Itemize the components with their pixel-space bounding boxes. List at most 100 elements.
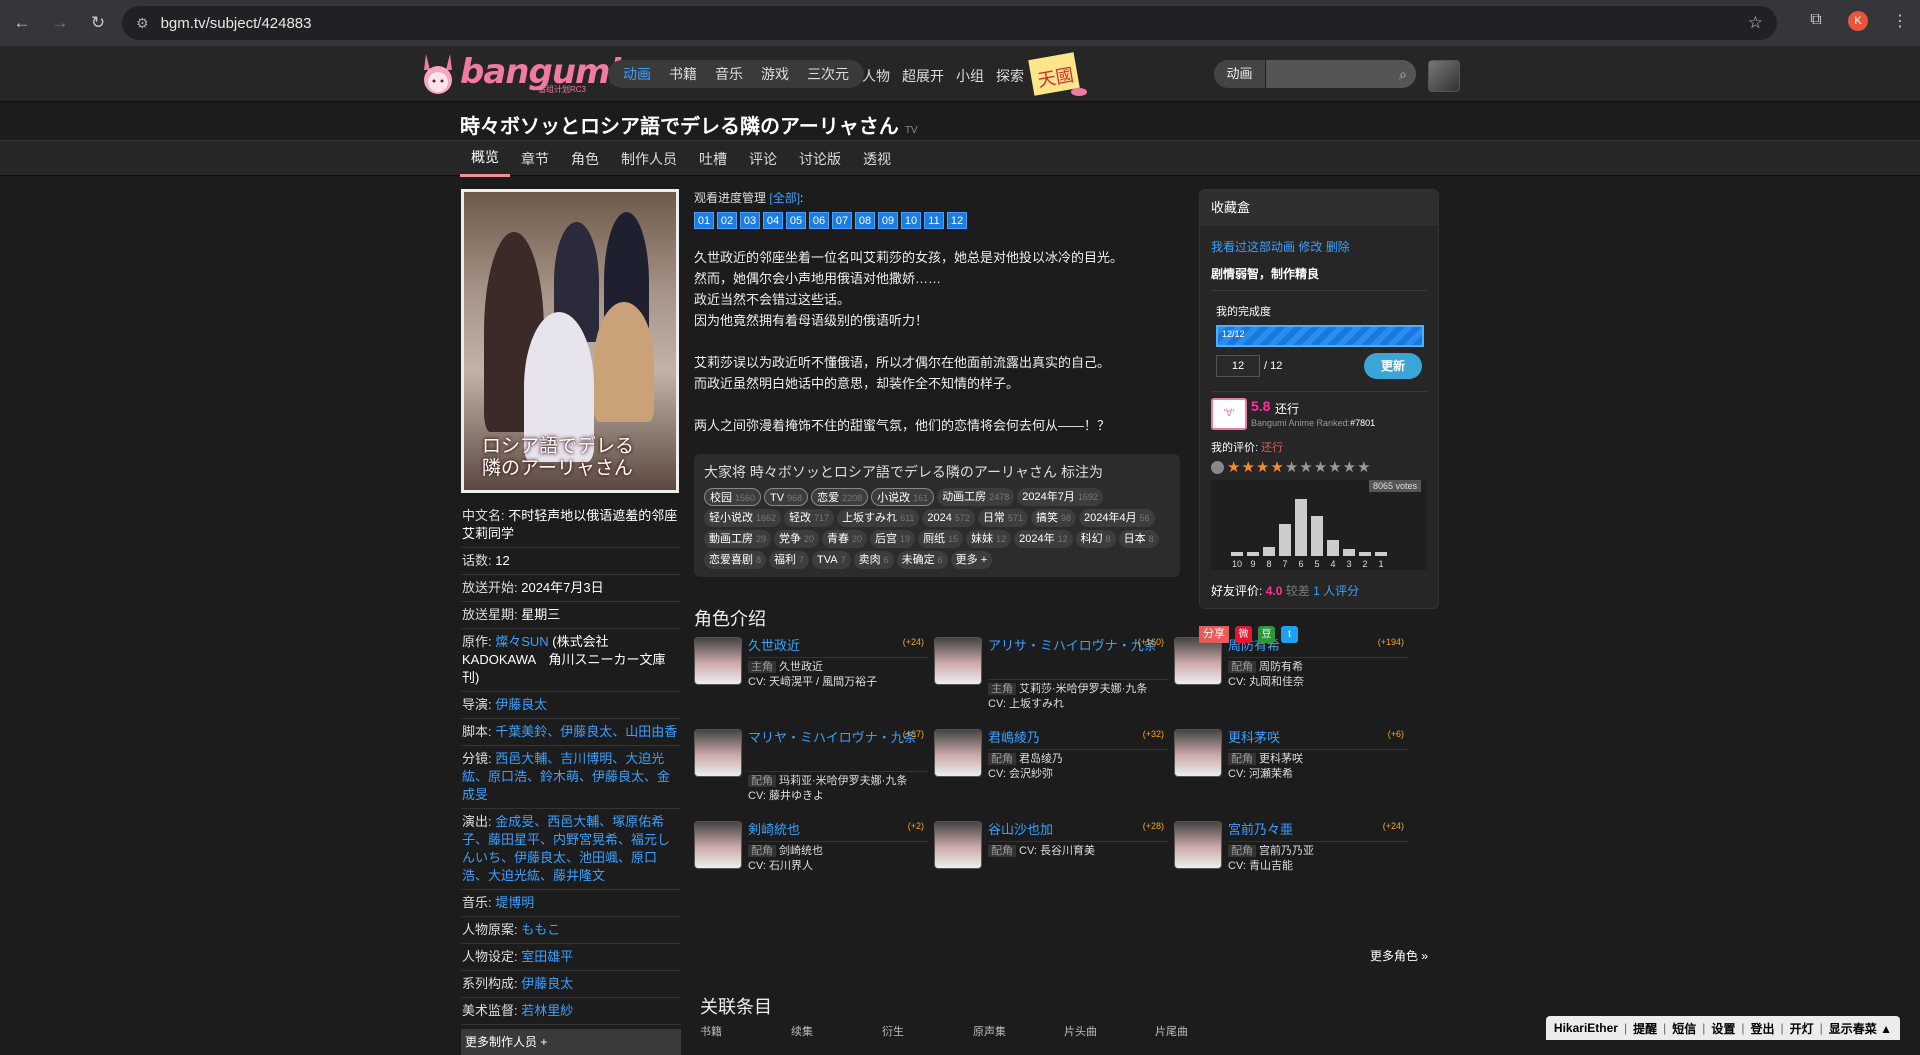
star-icon[interactable]: ★ — [1285, 458, 1298, 476]
reload-icon[interactable]: ↻ — [86, 11, 110, 35]
info-value[interactable]: 若林里紗 — [521, 1003, 573, 1018]
info-value[interactable]: 堤博明 — [495, 895, 534, 910]
dock-logout[interactable]: 登出 — [1751, 1020, 1775, 1037]
character-name[interactable]: 宮前乃々亜 — [1228, 821, 1408, 839]
cover-image[interactable]: ロシア語でデレる 隣のアーリャさん — [461, 189, 679, 493]
character-avatar[interactable] — [934, 821, 982, 869]
episode-button[interactable]: 03 — [740, 212, 760, 229]
tag-item[interactable]: 搞笑98 — [1031, 509, 1076, 527]
character-name[interactable]: 君嶋綾乃 — [988, 729, 1168, 747]
search-icon[interactable]: ⌕ — [1390, 60, 1416, 88]
info-value[interactable]: 室田雄平 — [521, 949, 573, 964]
tab-episodes[interactable]: 章节 — [510, 141, 560, 177]
tag-item[interactable]: 2024年7月1692 — [1017, 488, 1103, 506]
tag-item[interactable]: 日本8 — [1119, 530, 1159, 548]
tag-item[interactable]: 2024年12 — [1014, 530, 1073, 548]
bookmark-star-icon[interactable]: ☆ — [1748, 13, 1763, 33]
episode-button[interactable]: 04 — [763, 212, 783, 229]
dock-chiitan[interactable]: 显示春菜 ▲ — [1829, 1020, 1892, 1037]
bangumi-logo[interactable]: bangumi 番组计划RC3 — [420, 50, 595, 96]
menu-icon[interactable]: ⋮ — [1890, 11, 1910, 31]
back-icon[interactable]: ← — [10, 11, 34, 35]
character-avatar[interactable] — [694, 729, 742, 777]
address-bar[interactable]: ⚙ bgm.tv/subject/424883 ☆ — [122, 6, 1777, 40]
tag-item[interactable]: 恋爱喜剧8 — [704, 551, 766, 569]
character-name[interactable]: マリヤ・ミハイロヴナ・九条 — [748, 729, 928, 747]
subject-title[interactable]: 時々ボソッとロシア語でデレる隣のアーリャさん — [460, 116, 899, 138]
character-avatar[interactable] — [694, 821, 742, 869]
dock-pm[interactable]: 短信 — [1672, 1020, 1696, 1037]
tab-characters[interactable]: 角色 — [560, 141, 610, 177]
star-icon[interactable]: ★ — [1256, 458, 1269, 476]
delete-link[interactable]: 删除 — [1326, 240, 1350, 254]
more-staff-button[interactable]: 更多制作人员 + — [461, 1029, 681, 1055]
character-name[interactable]: 久世政近 — [748, 637, 928, 655]
cat-anime[interactable]: 动画 — [614, 60, 660, 88]
tag-item[interactable]: 2024年4月56 — [1079, 509, 1155, 527]
info-value[interactable]: 伊藤良太 — [495, 697, 547, 712]
tag-item[interactable]: 轻小说改1662 — [704, 509, 781, 527]
episode-button[interactable]: 06 — [809, 212, 829, 229]
tag-item[interactable]: 小说改161 — [871, 488, 934, 506]
star-icon[interactable]: ★ — [1299, 458, 1312, 476]
tab-comments[interactable]: 吐槽 — [688, 141, 738, 177]
tag-item[interactable]: 未确定6 — [897, 551, 948, 569]
tag-item[interactable]: 上坂すみれ611 — [837, 509, 919, 527]
user-avatar[interactable] — [1428, 60, 1460, 92]
character-avatar[interactable] — [1174, 729, 1222, 777]
search-input[interactable] — [1266, 60, 1390, 88]
episode-button[interactable]: 02 — [717, 212, 737, 229]
episode-count-input[interactable]: 12 — [1216, 355, 1260, 377]
dock-light[interactable]: 开灯 — [1790, 1020, 1814, 1037]
tag-item[interactable]: 妹妹12 — [966, 530, 1011, 548]
episode-button[interactable]: 10 — [901, 212, 921, 229]
forward-icon[interactable]: → — [48, 11, 72, 35]
all-episodes-link[interactable]: [全部] — [769, 191, 800, 205]
search-category-select[interactable]: 动画 — [1214, 60, 1266, 88]
star-icon[interactable]: ★ — [1314, 458, 1327, 476]
weibo-icon[interactable]: 微 — [1235, 626, 1252, 643]
tag-item[interactable]: 恋爱2208 — [811, 488, 868, 506]
tab-staff[interactable]: 制作人员 — [610, 141, 688, 177]
tab-stats[interactable]: 透视 — [852, 141, 902, 177]
tag-item[interactable]: 轻改717 — [784, 509, 834, 527]
character-avatar[interactable] — [1174, 821, 1222, 869]
cancel-rating-icon[interactable] — [1211, 461, 1224, 474]
info-value[interactable]: 燦々SUN — [495, 634, 548, 649]
star-icon[interactable]: ★ — [1328, 458, 1341, 476]
episode-button[interactable]: 12 — [947, 212, 967, 229]
site-info-icon[interactable]: ⚙ — [136, 15, 149, 32]
star-icon[interactable]: ★ — [1270, 458, 1283, 476]
info-value[interactable]: 伊藤良太 — [521, 976, 573, 991]
character-avatar[interactable] — [934, 729, 982, 777]
tag-item[interactable]: 更多 + — [951, 551, 992, 569]
cat-music[interactable]: 音乐 — [706, 60, 752, 88]
tag-item[interactable]: 校园1560 — [704, 488, 761, 506]
cat-real[interactable]: 三次元 — [798, 60, 858, 88]
star-icon[interactable]: ★ — [1343, 458, 1356, 476]
profile-avatar[interactable]: K — [1848, 11, 1868, 31]
episode-button[interactable]: 05 — [786, 212, 806, 229]
tab-reviews[interactable]: 评论 — [738, 141, 788, 177]
nav-people[interactable]: 人物 — [862, 66, 890, 86]
friend-count[interactable]: 1 人评分 — [1313, 584, 1359, 598]
info-value[interactable]: 千葉美鈴、伊藤良太、山田由香 — [495, 724, 677, 739]
episode-button[interactable]: 01 — [694, 212, 714, 229]
info-value[interactable]: ももこ — [521, 922, 560, 937]
episode-button[interactable]: 08 — [855, 212, 875, 229]
cat-book[interactable]: 书籍 — [660, 60, 706, 88]
twitter-icon[interactable]: t — [1281, 626, 1298, 643]
tag-item[interactable]: 2024572 — [922, 509, 975, 527]
tag-item[interactable]: TVA7 — [812, 551, 851, 569]
tag-item[interactable]: 动画工房2478 — [937, 488, 1014, 506]
tag-item[interactable]: 青春20 — [822, 530, 867, 548]
character-avatar[interactable] — [1174, 637, 1222, 685]
character-avatar[interactable] — [934, 637, 982, 685]
tag-item[interactable]: 動画工房29 — [704, 530, 771, 548]
star-icon[interactable]: ★ — [1227, 458, 1240, 476]
watched-status[interactable]: 我看过这部动画 — [1211, 240, 1295, 254]
share-button[interactable]: 分享 — [1199, 626, 1229, 643]
tag-item[interactable]: 科幻8 — [1076, 530, 1116, 548]
dock-notify[interactable]: 提醒 — [1633, 1020, 1657, 1037]
tag-item[interactable]: 卖肉6 — [854, 551, 894, 569]
